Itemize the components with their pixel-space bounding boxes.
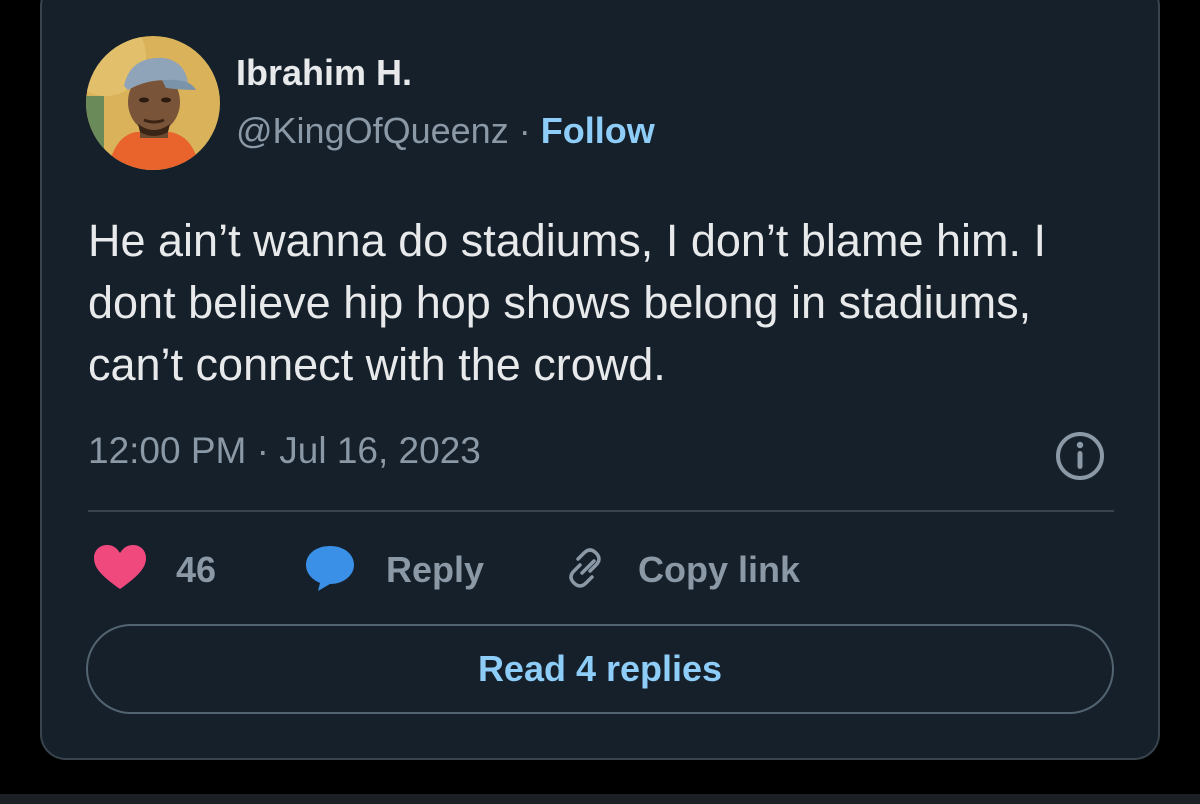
- heart-icon: [94, 544, 146, 596]
- copy-link-label: Copy link: [638, 549, 801, 590]
- speech-bubble-icon: [304, 544, 356, 597]
- copy-link-button[interactable]: Copy link: [560, 540, 800, 600]
- like-button[interactable]: 46: [94, 540, 216, 600]
- tweet-text: He ain’t wanna do stadiums, I don’t blam…: [88, 215, 1046, 390]
- author-name[interactable]: Ibrahim H.: [236, 52, 412, 94]
- info-icon[interactable]: [1054, 430, 1106, 482]
- avatar[interactable]: [86, 36, 220, 170]
- divider: [88, 510, 1114, 512]
- like-count: 46: [176, 549, 217, 590]
- handle-separator: ·: [518, 110, 531, 151]
- follow-button[interactable]: Follow: [541, 110, 655, 151]
- author-handle[interactable]: @KingOfQueenz: [236, 110, 509, 151]
- reply-label: Reply: [386, 549, 485, 590]
- read-replies-button[interactable]: Read 4 replies: [86, 624, 1114, 714]
- bottom-bar: [0, 794, 1200, 804]
- tweet-timestamp[interactable]: 12:00 PM · Jul 16, 2023: [88, 430, 481, 472]
- handle-row: @KingOfQueenz · Follow: [236, 110, 655, 152]
- link-icon: [560, 543, 610, 598]
- reply-button[interactable]: Reply: [304, 540, 484, 600]
